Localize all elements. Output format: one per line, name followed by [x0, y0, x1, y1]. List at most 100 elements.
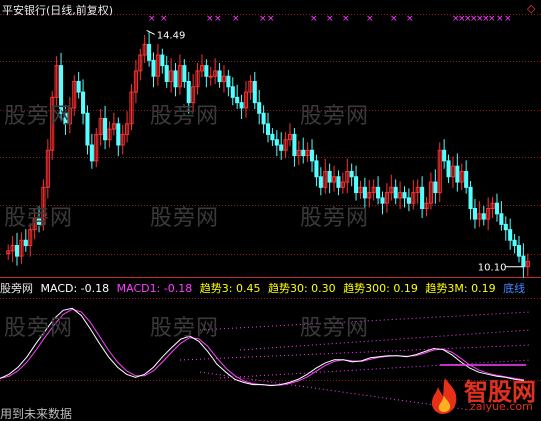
- legend-trend30: 趋势30: 0.30: [267, 282, 336, 295]
- diamond-marker-icon: ◇: [527, 2, 536, 15]
- candle-body: [81, 91, 86, 114]
- candle-body: [349, 170, 354, 178]
- candle-body: [314, 160, 319, 178]
- legend-trend3: 趋势3: 0.45: [199, 282, 261, 295]
- candle-body: [270, 133, 275, 141]
- candle-body: [362, 186, 367, 199]
- signal-marker: ×: [232, 14, 240, 24]
- signal-marker: ×: [496, 14, 504, 24]
- signal-marker: ×: [310, 14, 318, 24]
- candle-body: [516, 245, 522, 257]
- candle-body: [420, 186, 425, 209]
- candle-body: [23, 239, 28, 247]
- indicator-legend: 股旁网 MACD: -0.18 MACD1: -0.18 趋势3: 0.45 趋…: [0, 280, 529, 296]
- candle-body: [472, 208, 477, 220]
- candle-body: [508, 229, 513, 241]
- candle-body: [481, 213, 486, 220]
- candle-body: [442, 149, 447, 162]
- candle-body: [151, 59, 156, 77]
- watermark: 股旁网: [4, 316, 74, 341]
- watermark: 股旁网: [150, 104, 220, 129]
- watermark: 股旁网: [300, 316, 370, 341]
- legend-macd1: MACD1: -0.18: [116, 282, 193, 295]
- candle-body: [292, 133, 297, 157]
- footnote: 用到未来数据: [0, 407, 73, 421]
- candle-body: [318, 176, 323, 188]
- candle-body: [393, 186, 398, 199]
- watermark: 股旁网: [4, 206, 74, 231]
- low-price-label: 10.10: [478, 263, 507, 274]
- signal-marker: ×: [488, 14, 496, 24]
- candle-body: [376, 186, 381, 199]
- signal-marker: ×: [267, 14, 275, 24]
- watermark: 股旁网: [300, 206, 370, 231]
- candle-body: [406, 197, 411, 204]
- candle-body: [208, 75, 213, 78]
- chart-window: 14.49 10.10 × × × × × × × × × × × × × × × × × × × × × × 平安银行(日线…: [0, 0, 541, 421]
- candle-body: [89, 144, 94, 162]
- candle-body: [182, 65, 187, 82]
- legend-trend300: 趋势300: 0.19: [343, 282, 418, 295]
- candle-body: [327, 170, 332, 183]
- chart-canvas: 14.4910.10× × × × × × × × × × × × × ××××××× × ×: [0, 14, 541, 411]
- watermark: 股旁网: [4, 104, 74, 129]
- candle-body: [464, 170, 469, 188]
- candle-body: [309, 149, 315, 162]
- candle-body: [116, 123, 121, 146]
- candle-body: [235, 96, 240, 104]
- candle-body: [230, 86, 235, 98]
- candle-body: [226, 75, 231, 88]
- site-logo: 智股网 zaiyue.com: [428, 374, 540, 420]
- trend-ray: [179, 344, 531, 361]
- high-price-arrow: [146, 29, 155, 35]
- candle-body: [204, 65, 209, 77]
- candle-body: [164, 65, 169, 82]
- candle-body: [265, 123, 271, 135]
- candle-body: [468, 186, 473, 209]
- signal-marker: ×: [259, 14, 267, 24]
- signal-marker: ×: [342, 14, 350, 24]
- signal-marker: ×: [504, 14, 512, 24]
- candle-body: [85, 112, 90, 146]
- candle-body: [433, 181, 438, 194]
- candle-body: [147, 43, 152, 61]
- signal-marker: ×: [390, 14, 398, 24]
- candle-body: [252, 81, 257, 104]
- candle-body: [354, 176, 359, 194]
- high-price-label: 14.49: [157, 30, 186, 41]
- signal-marker: ×: [366, 14, 374, 24]
- watermark: 股旁网: [300, 104, 370, 129]
- trend-ray: [239, 329, 531, 351]
- signal-marker: ×: [326, 14, 334, 24]
- candle-body: [239, 102, 244, 109]
- candle-body: [499, 213, 504, 225]
- candle-body: [503, 223, 508, 231]
- signal-marker: ×: [148, 14, 156, 24]
- logo-url: zaiyue.com: [470, 400, 533, 413]
- candle-body: [494, 202, 500, 215]
- candle-body: [257, 102, 262, 114]
- candle-body: [274, 139, 279, 146]
- candle-body: [446, 160, 451, 178]
- candle-body: [279, 144, 284, 151]
- legend-macd: MACD: -0.18: [40, 282, 110, 295]
- candle-body: [336, 176, 341, 188]
- legend-trend3m: 趋势3M: 0.19: [425, 282, 496, 295]
- candle-body: [173, 70, 178, 88]
- candle-body: [76, 81, 81, 93]
- candle-body: [217, 70, 222, 82]
- signal-marker: ×: [160, 14, 168, 24]
- signal-marker: ×: [406, 14, 414, 24]
- candle-body: [261, 112, 266, 125]
- candle-body: [160, 54, 165, 67]
- flame-icon: [431, 378, 457, 414]
- stock-title: 平安银行(日线,前复权): [2, 4, 114, 17]
- indicator-name: 股旁网: [0, 282, 33, 295]
- candle-body: [512, 239, 517, 247]
- candle-body: [14, 245, 20, 257]
- watermark: 股旁网: [150, 316, 220, 341]
- signal-marker: ×: [214, 14, 222, 24]
- candle-body: [301, 149, 306, 157]
- candle-body: [455, 165, 460, 183]
- watermark: 股旁网: [150, 206, 220, 231]
